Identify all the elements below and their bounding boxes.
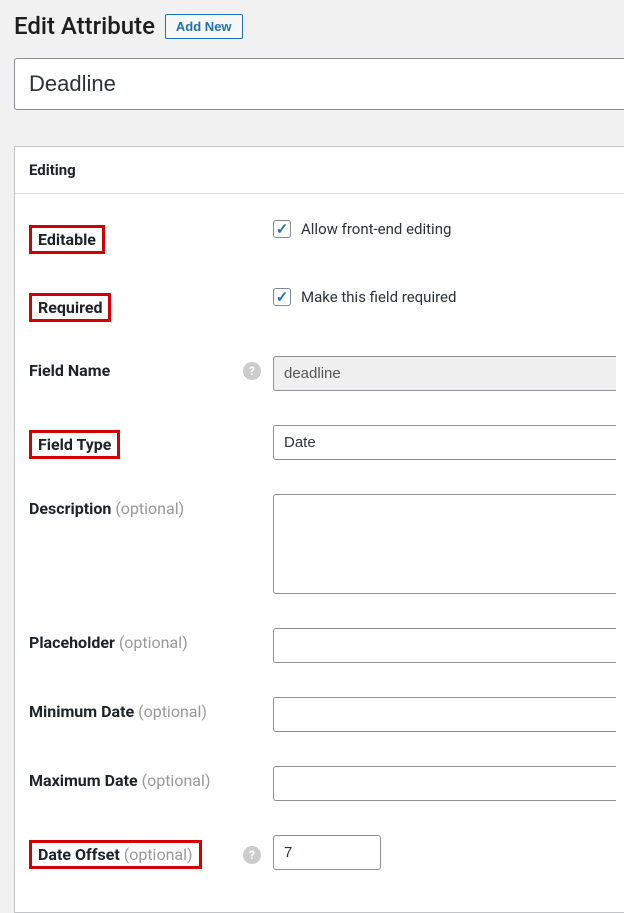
row-min-date: Minimum Date (optional)	[21, 697, 624, 732]
row-placeholder: Placeholder (optional)	[21, 628, 624, 663]
row-field-name: Field Name ?	[21, 356, 624, 391]
field-type-select[interactable]	[273, 425, 616, 460]
row-max-date: Maximum Date (optional)	[21, 766, 624, 801]
label-min-date: Minimum Date (optional)	[29, 702, 207, 721]
label-max-date-col: Maximum Date (optional)	[29, 766, 273, 790]
control-field-name	[273, 356, 616, 391]
editing-panel: Editing Editable Allow front-end editing…	[14, 146, 624, 913]
label-date-offset-text: Date Offset	[38, 845, 120, 864]
control-description	[273, 494, 616, 594]
row-editable: Editable Allow front-end editing	[21, 220, 624, 254]
min-date-input[interactable]	[273, 697, 616, 732]
label-placeholder-optional: (optional)	[119, 633, 188, 652]
page-title: Edit Attribute	[14, 12, 155, 40]
control-required: Make this field required	[273, 288, 616, 306]
label-placeholder: Placeholder (optional)	[29, 633, 188, 652]
label-placeholder-col: Placeholder (optional)	[29, 628, 273, 652]
row-field-type: Field Type	[21, 425, 624, 460]
form-rows: Editable Allow front-end editing Require…	[15, 194, 624, 912]
control-date-offset	[273, 835, 616, 870]
label-required-col: Required	[29, 288, 273, 322]
editable-checkbox-wrap: Allow front-end editing	[273, 220, 451, 238]
label-date-offset: Date Offset (optional)	[29, 840, 202, 869]
row-date-offset: Date Offset (optional) ?	[21, 835, 624, 870]
label-editable-col: Editable	[29, 220, 273, 254]
label-max-date: Maximum Date (optional)	[29, 771, 210, 790]
label-description: Description (optional)	[29, 499, 184, 518]
required-checkbox[interactable]	[273, 288, 291, 306]
add-new-button[interactable]: Add New	[165, 14, 243, 39]
label-date-offset-optional: (optional)	[124, 845, 193, 864]
date-offset-input[interactable]	[273, 835, 381, 870]
label-required: Required	[29, 293, 111, 322]
label-field-name: Field Name	[29, 361, 110, 380]
max-date-input[interactable]	[273, 766, 616, 801]
label-date-offset-col: Date Offset (optional) ?	[29, 835, 273, 869]
attribute-name-input[interactable]	[14, 58, 624, 110]
control-placeholder	[273, 628, 616, 663]
label-description-col: Description (optional)	[29, 494, 273, 518]
label-max-date-optional: (optional)	[142, 771, 211, 790]
row-required: Required Make this field required	[21, 288, 624, 322]
help-icon[interactable]: ?	[243, 846, 261, 864]
row-description: Description (optional)	[21, 494, 624, 594]
placeholder-input[interactable]	[273, 628, 616, 663]
control-max-date	[273, 766, 616, 801]
description-textarea[interactable]	[273, 494, 616, 594]
label-field-type-col: Field Type	[29, 425, 273, 459]
label-field-name-col: Field Name ?	[29, 356, 273, 380]
required-checkbox-label: Make this field required	[301, 288, 456, 306]
control-min-date	[273, 697, 616, 732]
editable-checkbox[interactable]	[273, 220, 291, 238]
label-description-optional: (optional)	[115, 499, 184, 518]
label-min-date-text: Minimum Date	[29, 702, 134, 721]
label-min-date-optional: (optional)	[138, 702, 207, 721]
label-description-text: Description	[29, 499, 111, 518]
required-checkbox-wrap: Make this field required	[273, 288, 456, 306]
label-placeholder-text: Placeholder	[29, 633, 115, 652]
field-name-input[interactable]	[273, 356, 616, 391]
control-editable: Allow front-end editing	[273, 220, 616, 238]
help-icon[interactable]: ?	[243, 362, 261, 380]
page-header: Edit Attribute Add New	[0, 0, 624, 58]
panel-title: Editing	[15, 147, 624, 194]
label-editable: Editable	[29, 225, 105, 254]
label-min-date-col: Minimum Date (optional)	[29, 697, 273, 721]
attribute-name-wrap	[14, 58, 624, 110]
control-field-type	[273, 425, 616, 460]
label-max-date-text: Maximum Date	[29, 771, 138, 790]
label-field-type: Field Type	[29, 430, 120, 459]
editable-checkbox-label: Allow front-end editing	[301, 220, 451, 238]
